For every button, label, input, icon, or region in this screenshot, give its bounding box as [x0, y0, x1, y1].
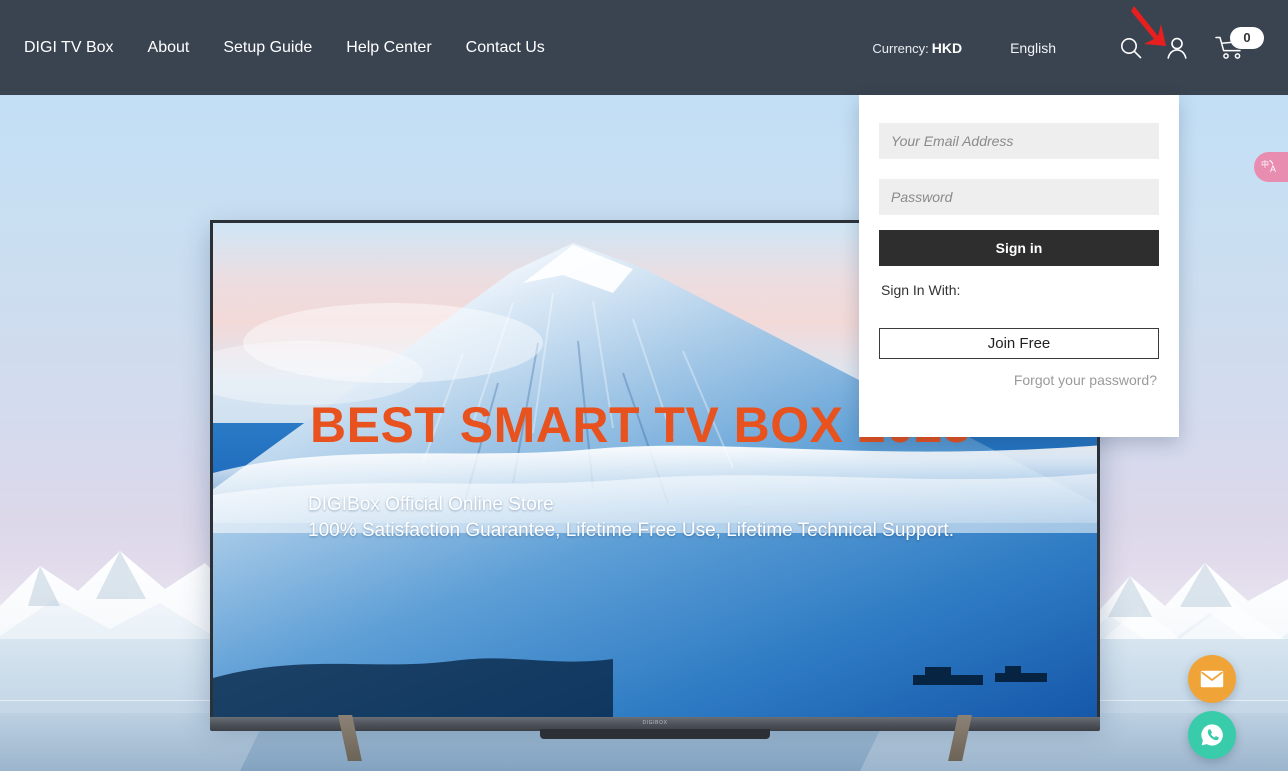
svg-text:中: 中 — [1261, 159, 1269, 169]
search-icon[interactable] — [1108, 25, 1154, 71]
user-account-icon[interactable] — [1154, 25, 1200, 71]
email-icon — [1200, 670, 1224, 688]
translate-icon: 中 A — [1261, 159, 1276, 174]
tv-chin — [540, 729, 770, 739]
nav-item-digi-tv-box[interactable]: DIGI TV Box — [24, 39, 131, 57]
nav-item-setup-guide[interactable]: Setup Guide — [206, 39, 329, 57]
forgot-password-link[interactable]: Forgot your password? — [859, 372, 1157, 388]
main-navigation: DIGI TV Box About Setup Guide Help Cente… — [24, 39, 562, 57]
shopping-cart-button[interactable]: 0 — [1200, 25, 1264, 71]
translate-widget-button[interactable]: 中 A — [1254, 152, 1288, 182]
header-utilities: Currency: HKD English 0 — [872, 0, 1264, 95]
hero-subtitle-line1: DIGIBox Official Online Store — [308, 494, 554, 515]
sign-in-with-label: Sign In With: — [881, 282, 961, 298]
sign-in-button[interactable]: Sign in — [879, 230, 1159, 266]
hero-subtitle-line2: 100% Satisfaction Guarantee, Lifetime Fr… — [308, 520, 954, 541]
tv-brand-mark: DIGIBOX — [642, 720, 668, 726]
nav-item-contact-us[interactable]: Contact Us — [449, 39, 562, 57]
cart-count-badge: 0 — [1230, 26, 1264, 49]
social-login-icons-container — [859, 298, 1179, 318]
language-selector[interactable]: English — [1010, 40, 1056, 56]
site-header: DIGI TV Box About Setup Guide Help Cente… — [0, 0, 1288, 95]
page-root: DIGIBOX BEST SMART TV BOX 2025 DIGIBox O… — [0, 0, 1288, 771]
whatsapp-contact-button[interactable] — [1188, 711, 1236, 759]
email-field[interactable] — [879, 123, 1159, 159]
join-free-button[interactable]: Join Free — [879, 328, 1159, 359]
login-dropdown-panel: Sign in Sign In With: Join Free Forgot y… — [859, 95, 1179, 437]
currency-label: Currency: — [872, 40, 929, 56]
password-field[interactable] — [879, 179, 1159, 215]
whatsapp-icon — [1201, 724, 1223, 746]
nav-item-about[interactable]: About — [131, 39, 207, 57]
hero-subtitle: DIGIBox Official Online Store 100% Satis… — [308, 492, 954, 544]
nav-item-help-center[interactable]: Help Center — [329, 39, 448, 57]
currency-value: HKD — [931, 39, 963, 56]
email-contact-button[interactable] — [1188, 655, 1236, 703]
svg-text:A: A — [1270, 164, 1276, 174]
currency-selector[interactable]: Currency: HKD — [872, 40, 962, 56]
